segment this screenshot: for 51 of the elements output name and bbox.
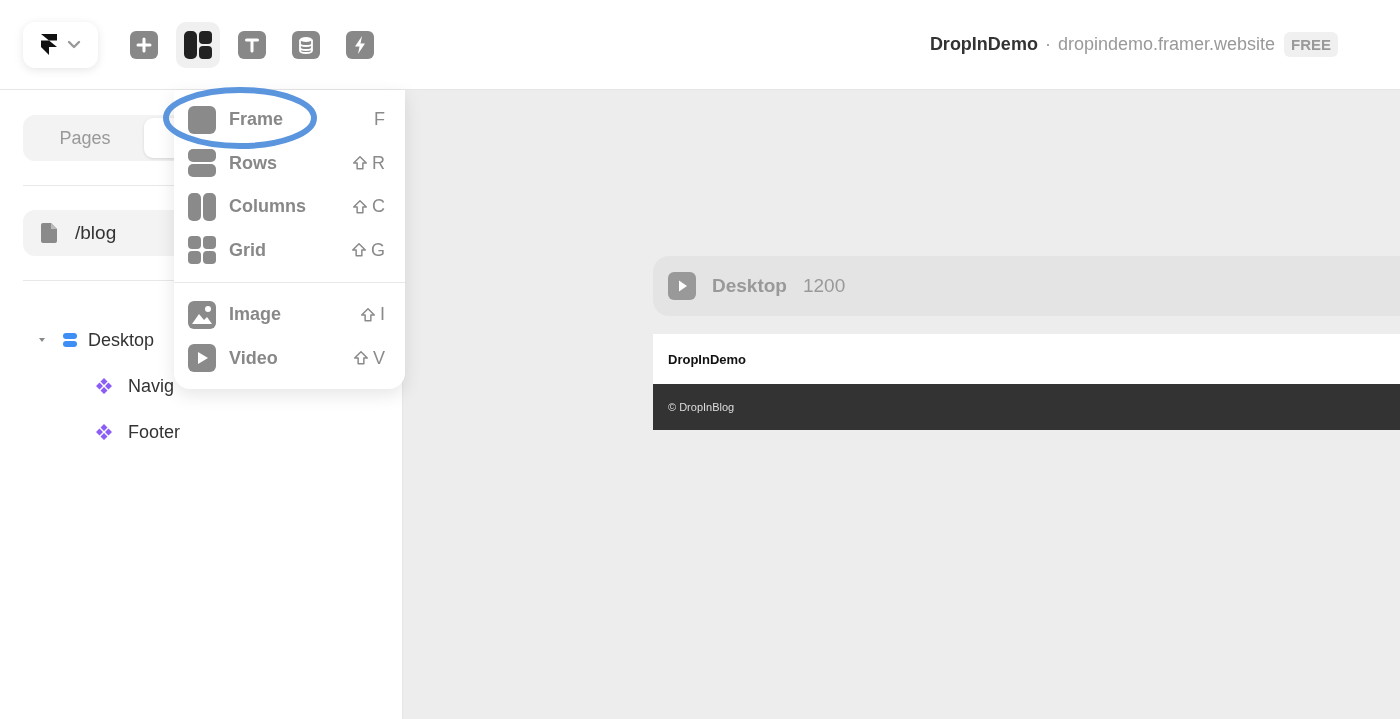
shift-icon <box>352 155 368 172</box>
site-url[interactable]: dropindemo.framer.website <box>1057 34 1275 55</box>
menu-item[interactable]: Grid G <box>174 228 405 272</box>
logo-icon <box>40 34 57 55</box>
layer-name[interactable]: Footer <box>128 421 181 443</box>
footer-text: © DropInBlog <box>668 401 735 413</box>
component-icon <box>96 424 112 440</box>
menu-item[interactable]: Columns C <box>174 185 405 229</box>
menu-item[interactable]: Image I <box>174 293 405 337</box>
shortcut: R <box>352 152 385 174</box>
shortcut: V <box>353 347 385 369</box>
stack-icon <box>62 332 78 348</box>
text-icon <box>238 30 266 59</box>
shift-icon <box>360 306 376 323</box>
shortcut: C <box>352 196 385 218</box>
shortcut: G <box>351 239 385 261</box>
shift-icon <box>352 198 368 215</box>
layer-name[interactable]: Navig <box>128 375 175 397</box>
triangle-icon[interactable] <box>38 336 46 344</box>
rows-icon <box>188 149 216 178</box>
play-icon[interactable] <box>668 272 696 300</box>
square-icon <box>188 105 216 134</box>
project-name: DropInDemo <box>929 34 1038 55</box>
site-brand: DropInDemo <box>668 351 746 367</box>
frame-width: 1200 <box>802 275 846 297</box>
layout-icon <box>184 30 212 59</box>
component-icon <box>96 378 112 394</box>
menu-item[interactable]: Frame F <box>174 98 405 142</box>
image-icon <box>188 300 216 329</box>
layer-name[interactable]: Desktop <box>88 329 155 351</box>
bolt-icon <box>346 30 374 59</box>
page-path: /blog <box>75 222 117 244</box>
tab[interactable]: Pages <box>26 118 144 158</box>
grid-icon <box>188 236 216 265</box>
menu-item[interactable]: Rows R <box>174 141 405 185</box>
shift-icon <box>351 242 367 259</box>
frame-name: Desktop <box>712 275 787 297</box>
menu-item[interactable]: Video V <box>174 336 405 380</box>
app-menu-button[interactable] <box>23 21 98 68</box>
shortcut: F <box>374 109 385 131</box>
plus-icon <box>130 30 158 59</box>
database-icon <box>292 30 320 59</box>
document-icon <box>41 223 57 243</box>
separator-dot: · <box>1044 34 1051 55</box>
chevron-down-icon <box>66 39 81 50</box>
play-icon <box>188 344 216 373</box>
columns-icon <box>188 192 216 221</box>
shift-icon <box>353 350 369 367</box>
toolbar-button[interactable] <box>176 21 220 68</box>
plan-badge: FREE <box>1284 32 1338 57</box>
shortcut: I <box>360 304 385 326</box>
